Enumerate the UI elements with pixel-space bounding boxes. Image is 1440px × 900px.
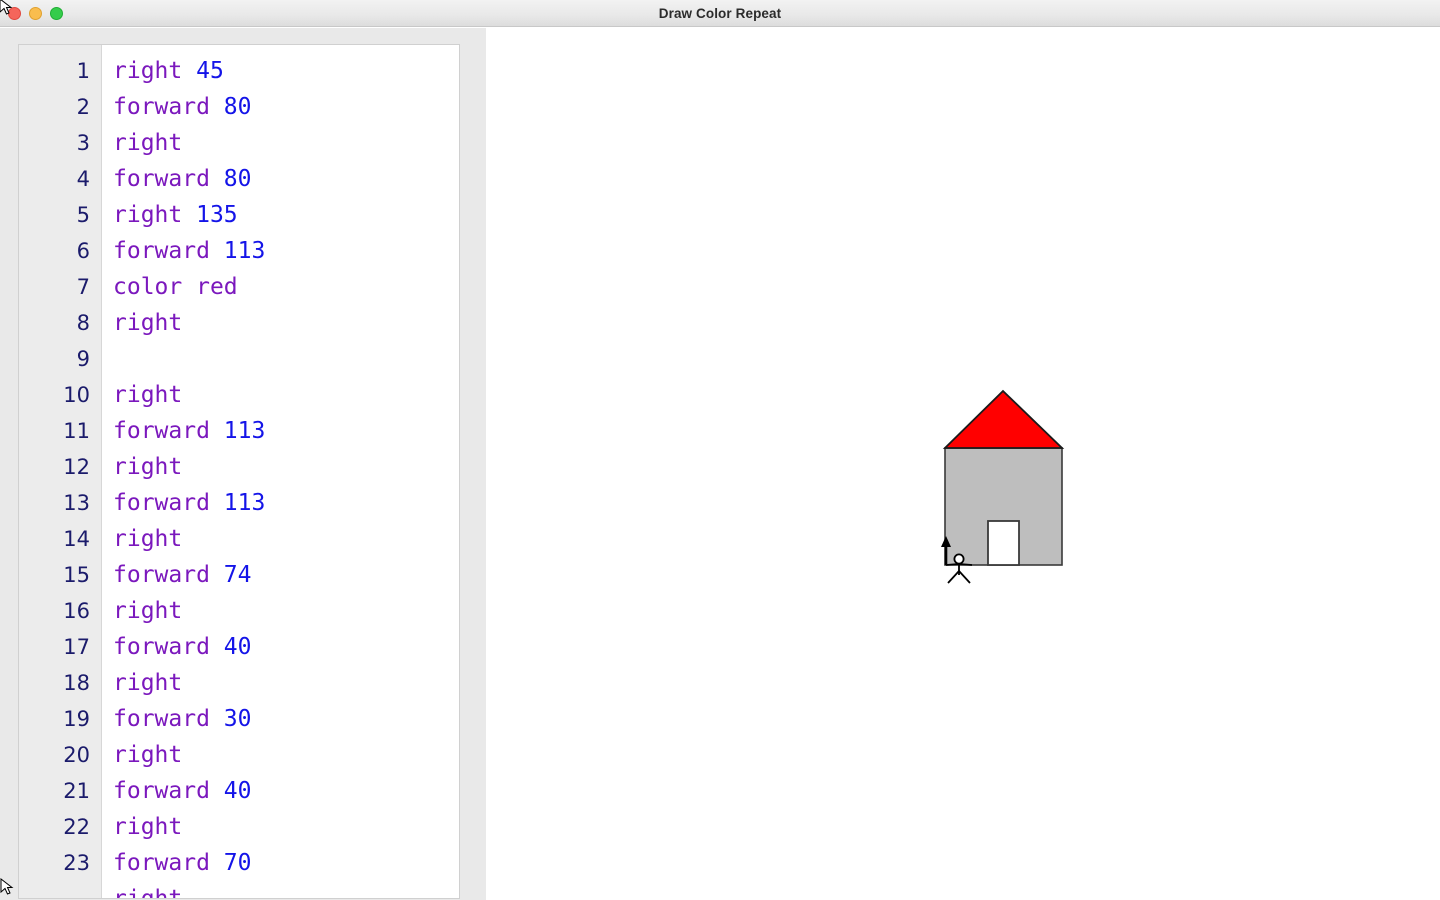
code-line[interactable]: right bbox=[103, 665, 459, 701]
line-number: 12 bbox=[63, 455, 90, 479]
code-command: forward bbox=[113, 418, 210, 444]
code-number: 113 bbox=[223, 418, 266, 444]
line-number: 9 bbox=[76, 347, 90, 371]
window-title: Draw Color Repeat bbox=[658, 6, 782, 21]
code-line[interactable]: right bbox=[103, 737, 459, 773]
house-roof bbox=[942, 389, 1065, 449]
code-line[interactable]: right bbox=[103, 449, 459, 485]
code-command: right bbox=[113, 130, 183, 156]
code-line[interactable]: color red bbox=[103, 269, 459, 305]
line-number: 5 bbox=[76, 203, 90, 227]
drawing-canvas[interactable] bbox=[486, 28, 1440, 900]
code-line[interactable]: forward 80 bbox=[103, 161, 459, 197]
code-line[interactable]: forward 30 bbox=[103, 701, 459, 737]
code-line[interactable]: forward 113 bbox=[103, 413, 459, 449]
code-editor[interactable]: 1 2 3 4 5 6 7 8 9 10 11 12 13 14 15 16 17 18 19 20 21 22 23 ri… bbox=[18, 44, 460, 899]
code-keyword: red bbox=[196, 274, 238, 300]
code-line[interactable]: right bbox=[103, 881, 459, 899]
code-text-area[interactable]: right 45 forward 80 right forward 80 right 1… bbox=[103, 45, 459, 898]
line-number: 23 bbox=[63, 851, 90, 875]
code-command: right bbox=[113, 886, 183, 899]
code-line[interactable] bbox=[103, 341, 459, 377]
code-number: 40 bbox=[223, 634, 252, 660]
line-number: 3 bbox=[76, 131, 90, 155]
code-line[interactable]: forward 40 bbox=[103, 629, 459, 665]
code-command: right bbox=[113, 454, 183, 480]
code-command: forward bbox=[113, 490, 210, 516]
code-command: right bbox=[113, 310, 183, 336]
line-number bbox=[19, 881, 101, 898]
line-number: 1 bbox=[76, 59, 90, 83]
line-number: 16 bbox=[63, 599, 90, 623]
line-number: 8 bbox=[76, 311, 90, 335]
code-command: forward bbox=[113, 166, 210, 192]
house-door bbox=[987, 520, 1020, 566]
code-line[interactable]: right 135 bbox=[103, 197, 459, 233]
code-number: 45 bbox=[196, 58, 224, 84]
code-command: forward bbox=[113, 706, 210, 732]
code-number: 80 bbox=[223, 94, 252, 120]
code-command: right bbox=[113, 58, 183, 84]
code-line[interactable]: right 45 bbox=[103, 53, 459, 89]
line-number: 19 bbox=[63, 707, 90, 731]
code-command: right bbox=[113, 742, 183, 768]
code-command: forward bbox=[113, 634, 210, 660]
code-line[interactable]: forward 80 bbox=[103, 89, 459, 125]
line-number: 21 bbox=[63, 779, 90, 803]
code-line[interactable]: right bbox=[103, 809, 459, 845]
code-command: color bbox=[113, 274, 183, 300]
code-number: 113 bbox=[223, 238, 266, 264]
line-number: 10 bbox=[63, 383, 90, 407]
code-command: right bbox=[113, 814, 183, 840]
code-command: forward bbox=[113, 778, 210, 804]
turtle-drawing bbox=[941, 389, 1065, 584]
code-number: 113 bbox=[223, 490, 266, 516]
line-number-gutter: 1 2 3 4 5 6 7 8 9 10 11 12 13 14 15 16 17 18 19 20 21 22 23 bbox=[19, 45, 102, 898]
line-number: 20 bbox=[63, 743, 90, 767]
code-command: forward bbox=[113, 562, 210, 588]
code-number: 135 bbox=[196, 202, 238, 228]
code-command: forward bbox=[113, 94, 210, 120]
line-number: 11 bbox=[63, 419, 90, 443]
app-window: Draw Color Repeat 1 2 3 4 5 6 7 8 9 10 11 12 13 14 15 1… bbox=[0, 0, 1440, 900]
line-number: 15 bbox=[63, 563, 90, 587]
line-number: 17 bbox=[63, 635, 90, 659]
code-number: 40 bbox=[223, 778, 252, 804]
code-command: forward bbox=[113, 238, 210, 264]
code-line[interactable]: forward 70 bbox=[103, 845, 459, 881]
line-number: 6 bbox=[76, 239, 90, 263]
code-line[interactable]: right bbox=[103, 125, 459, 161]
code-number: 30 bbox=[223, 706, 252, 732]
code-number: 70 bbox=[223, 850, 252, 876]
code-command: right bbox=[113, 526, 183, 552]
code-command: right bbox=[113, 598, 183, 624]
line-number: 22 bbox=[63, 815, 90, 839]
line-number: 2 bbox=[76, 95, 90, 119]
code-number: 74 bbox=[223, 562, 252, 588]
code-command: right bbox=[113, 670, 183, 696]
code-command: right bbox=[113, 382, 183, 408]
line-number: 14 bbox=[63, 527, 90, 551]
line-number: 4 bbox=[76, 167, 90, 191]
code-line[interactable]: right bbox=[103, 377, 459, 413]
editor-panel: 1 2 3 4 5 6 7 8 9 10 11 12 13 14 15 16 17 18 19 20 21 22 23 ri… bbox=[0, 28, 486, 900]
code-line[interactable]: right bbox=[103, 593, 459, 629]
line-number: 13 bbox=[63, 491, 90, 515]
code-line[interactable]: forward 113 bbox=[103, 233, 459, 269]
code-line[interactable]: forward 40 bbox=[103, 773, 459, 809]
code-line[interactable]: forward 74 bbox=[103, 557, 459, 593]
line-number: 7 bbox=[76, 275, 90, 299]
code-line[interactable]: forward 113 bbox=[103, 485, 459, 521]
line-number: 18 bbox=[63, 671, 90, 695]
code-line[interactable]: right bbox=[103, 305, 459, 341]
title-bar: Draw Color Repeat bbox=[0, 0, 1440, 27]
code-command: forward bbox=[113, 850, 210, 876]
code-line[interactable]: right bbox=[103, 521, 459, 557]
code-number: 80 bbox=[223, 166, 252, 192]
code-command: right bbox=[113, 202, 183, 228]
